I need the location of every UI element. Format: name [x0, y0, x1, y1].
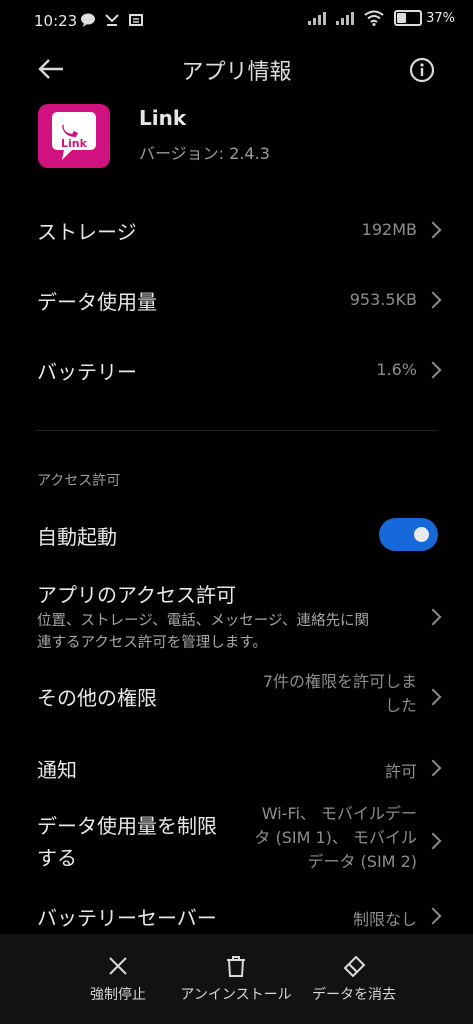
info-icon[interactable] — [408, 56, 436, 84]
storage-label: ストレージ — [37, 220, 137, 244]
data-usage-label: データ使用量 — [37, 290, 157, 314]
bottom-action-bar: 強制停止 アンインストール データを消去 — [0, 934, 473, 1024]
chevron-right-icon — [424, 688, 442, 706]
clear-data-label: データを消去 — [312, 987, 396, 1003]
autostart-label: 自動起動 — [37, 525, 117, 549]
chat-icon — [81, 13, 95, 27]
chevron-right-icon — [424, 608, 442, 626]
signal-sim2-icon — [336, 11, 355, 25]
storage-value: 192MB — [361, 220, 417, 239]
restrict-data-row[interactable]: データ使用量を制限 する Wi-Fi、 モバイルデー タ (SIM 1)、 モバ… — [0, 802, 473, 882]
battery-label: バッテリー — [37, 360, 137, 384]
eraser-icon — [343, 955, 366, 978]
toggle-knob — [414, 527, 429, 542]
storage-row[interactable]: ストレージ 192MB — [0, 210, 473, 250]
other-permissions-row[interactable]: その他の権限 7件の権限を許可しま した — [0, 670, 473, 726]
clear-data-button[interactable]: データを消去 — [284, 934, 424, 1024]
battery-saver-label: バッテリーセーバー — [37, 906, 217, 930]
other-permissions-label: その他の権限 — [37, 686, 157, 710]
app-bar: アプリ情報 — [0, 42, 473, 96]
battery-saver-row[interactable]: バッテリーセーバー 制限なし — [0, 896, 473, 936]
notification-icons — [80, 12, 144, 28]
section-title: アクセス許可 — [37, 473, 121, 489]
app-permissions-label: アプリのアクセス許可 — [37, 583, 236, 607]
page-title: アプリ情報 — [181, 60, 292, 85]
battery-row[interactable]: バッテリー 1.6% — [0, 350, 473, 390]
wifi-icon — [364, 10, 384, 26]
battery-icon — [394, 10, 423, 26]
news-icon — [129, 14, 143, 26]
chevron-right-icon — [424, 907, 442, 925]
battery-indicator: 37% — [394, 10, 455, 26]
trash-icon — [227, 956, 245, 977]
status-bar: 10:23 37% — [0, 0, 473, 42]
battery-value: 1.6% — [376, 360, 417, 379]
other-permissions-value: 7件の権限を許可しま した — [262, 672, 417, 715]
close-icon — [109, 957, 127, 975]
divider — [36, 430, 437, 431]
autostart-toggle[interactable] — [379, 518, 438, 551]
status-time: 10:23 — [34, 12, 78, 30]
app-icon: Link — [38, 104, 110, 168]
signal-sim1-icon — [308, 11, 327, 25]
chevron-right-icon — [424, 221, 442, 239]
chevron-right-icon — [424, 291, 442, 309]
notifications-row[interactable]: 通知 許可 — [0, 748, 473, 788]
app-permissions-description: 位置、ストレージ、電話、メッセージ、連絡先に関 連するアクセス許可を管理します。 — [37, 613, 370, 651]
chevron-right-icon — [424, 361, 442, 379]
app-name: Link — [139, 106, 187, 130]
notifications-value: 許可 — [384, 762, 417, 781]
notifications-label: 通知 — [37, 758, 77, 782]
app-icon-label: Link — [61, 137, 88, 150]
chevron-right-icon — [424, 832, 442, 850]
app-version: バージョン: 2.4.3 — [139, 144, 270, 163]
battery-percent: 37% — [426, 10, 455, 26]
battery-saver-value: 制限なし — [352, 910, 417, 929]
data-usage-value: 953.5KB — [349, 290, 417, 309]
chevron-right-icon — [424, 759, 442, 777]
restrict-data-value: Wi-Fi、 モバイルデー タ (SIM 1)、 モバイル データ (SIM 2… — [254, 804, 417, 871]
data-usage-row[interactable]: データ使用量 953.5KB — [0, 280, 473, 320]
missed-call-icon — [105, 14, 119, 26]
restrict-data-label: データ使用量を制限 する — [37, 814, 217, 870]
